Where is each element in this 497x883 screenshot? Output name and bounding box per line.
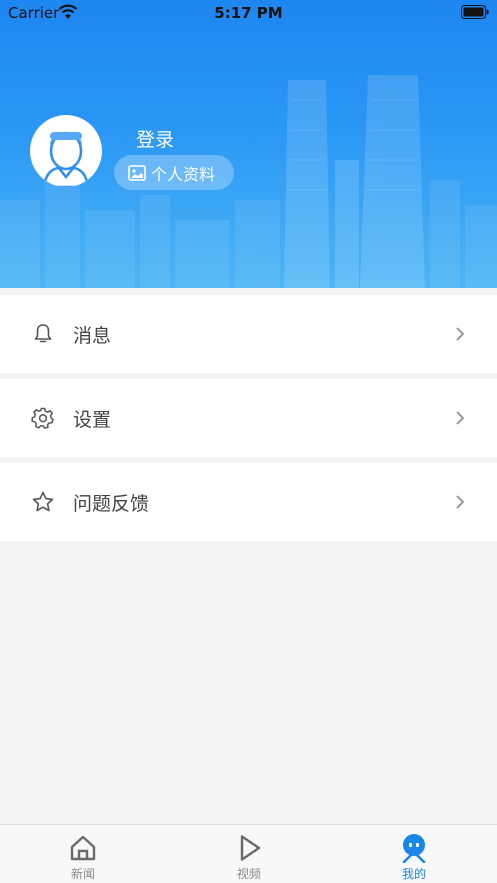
menu-item-feedback[interactable]: 问题反馈 xyxy=(0,463,497,541)
tab-label: 视频 xyxy=(236,867,261,881)
play-icon xyxy=(240,835,261,861)
user-avatar[interactable] xyxy=(30,115,102,187)
star-icon xyxy=(32,491,54,512)
chevron-right-icon xyxy=(456,411,465,425)
profile-card-icon xyxy=(128,164,146,181)
battery-icon xyxy=(461,5,489,19)
tab-mine[interactable]: 我的 xyxy=(374,825,454,883)
face-icon xyxy=(402,834,426,863)
tab-news[interactable]: 新闻 xyxy=(43,825,123,883)
status-bar: Carrier 5:17 PM xyxy=(0,0,497,26)
tab-label: 新闻 xyxy=(70,867,95,881)
tab-label: 我的 xyxy=(401,867,426,881)
home-icon xyxy=(70,835,96,861)
bell-icon xyxy=(34,324,52,343)
menu-item-messages[interactable]: 消息 xyxy=(0,295,497,373)
tab-video[interactable]: 视频 xyxy=(209,825,289,883)
chevron-right-icon xyxy=(456,327,465,341)
login-link[interactable]: 登录 xyxy=(136,125,174,152)
status-time: 5:17 PM xyxy=(214,4,283,22)
menu-item-label: 问题反馈 xyxy=(73,492,150,515)
menu-item-settings[interactable]: 设置 xyxy=(0,379,497,457)
chevron-right-icon xyxy=(456,495,465,509)
profile-header: Carrier 5:17 PM 登录 个人资料 xyxy=(0,0,497,288)
gear-icon xyxy=(31,407,54,429)
profile-info-button[interactable]: 个人资料 xyxy=(114,155,234,190)
user-avatar-icon xyxy=(42,131,90,187)
profile-info-label: 个人资料 xyxy=(151,164,216,184)
menu-item-label: 消息 xyxy=(73,324,112,347)
menu-item-label: 设置 xyxy=(73,408,112,431)
bottom-tab-bar: 新闻 视频 我的 xyxy=(0,824,497,883)
